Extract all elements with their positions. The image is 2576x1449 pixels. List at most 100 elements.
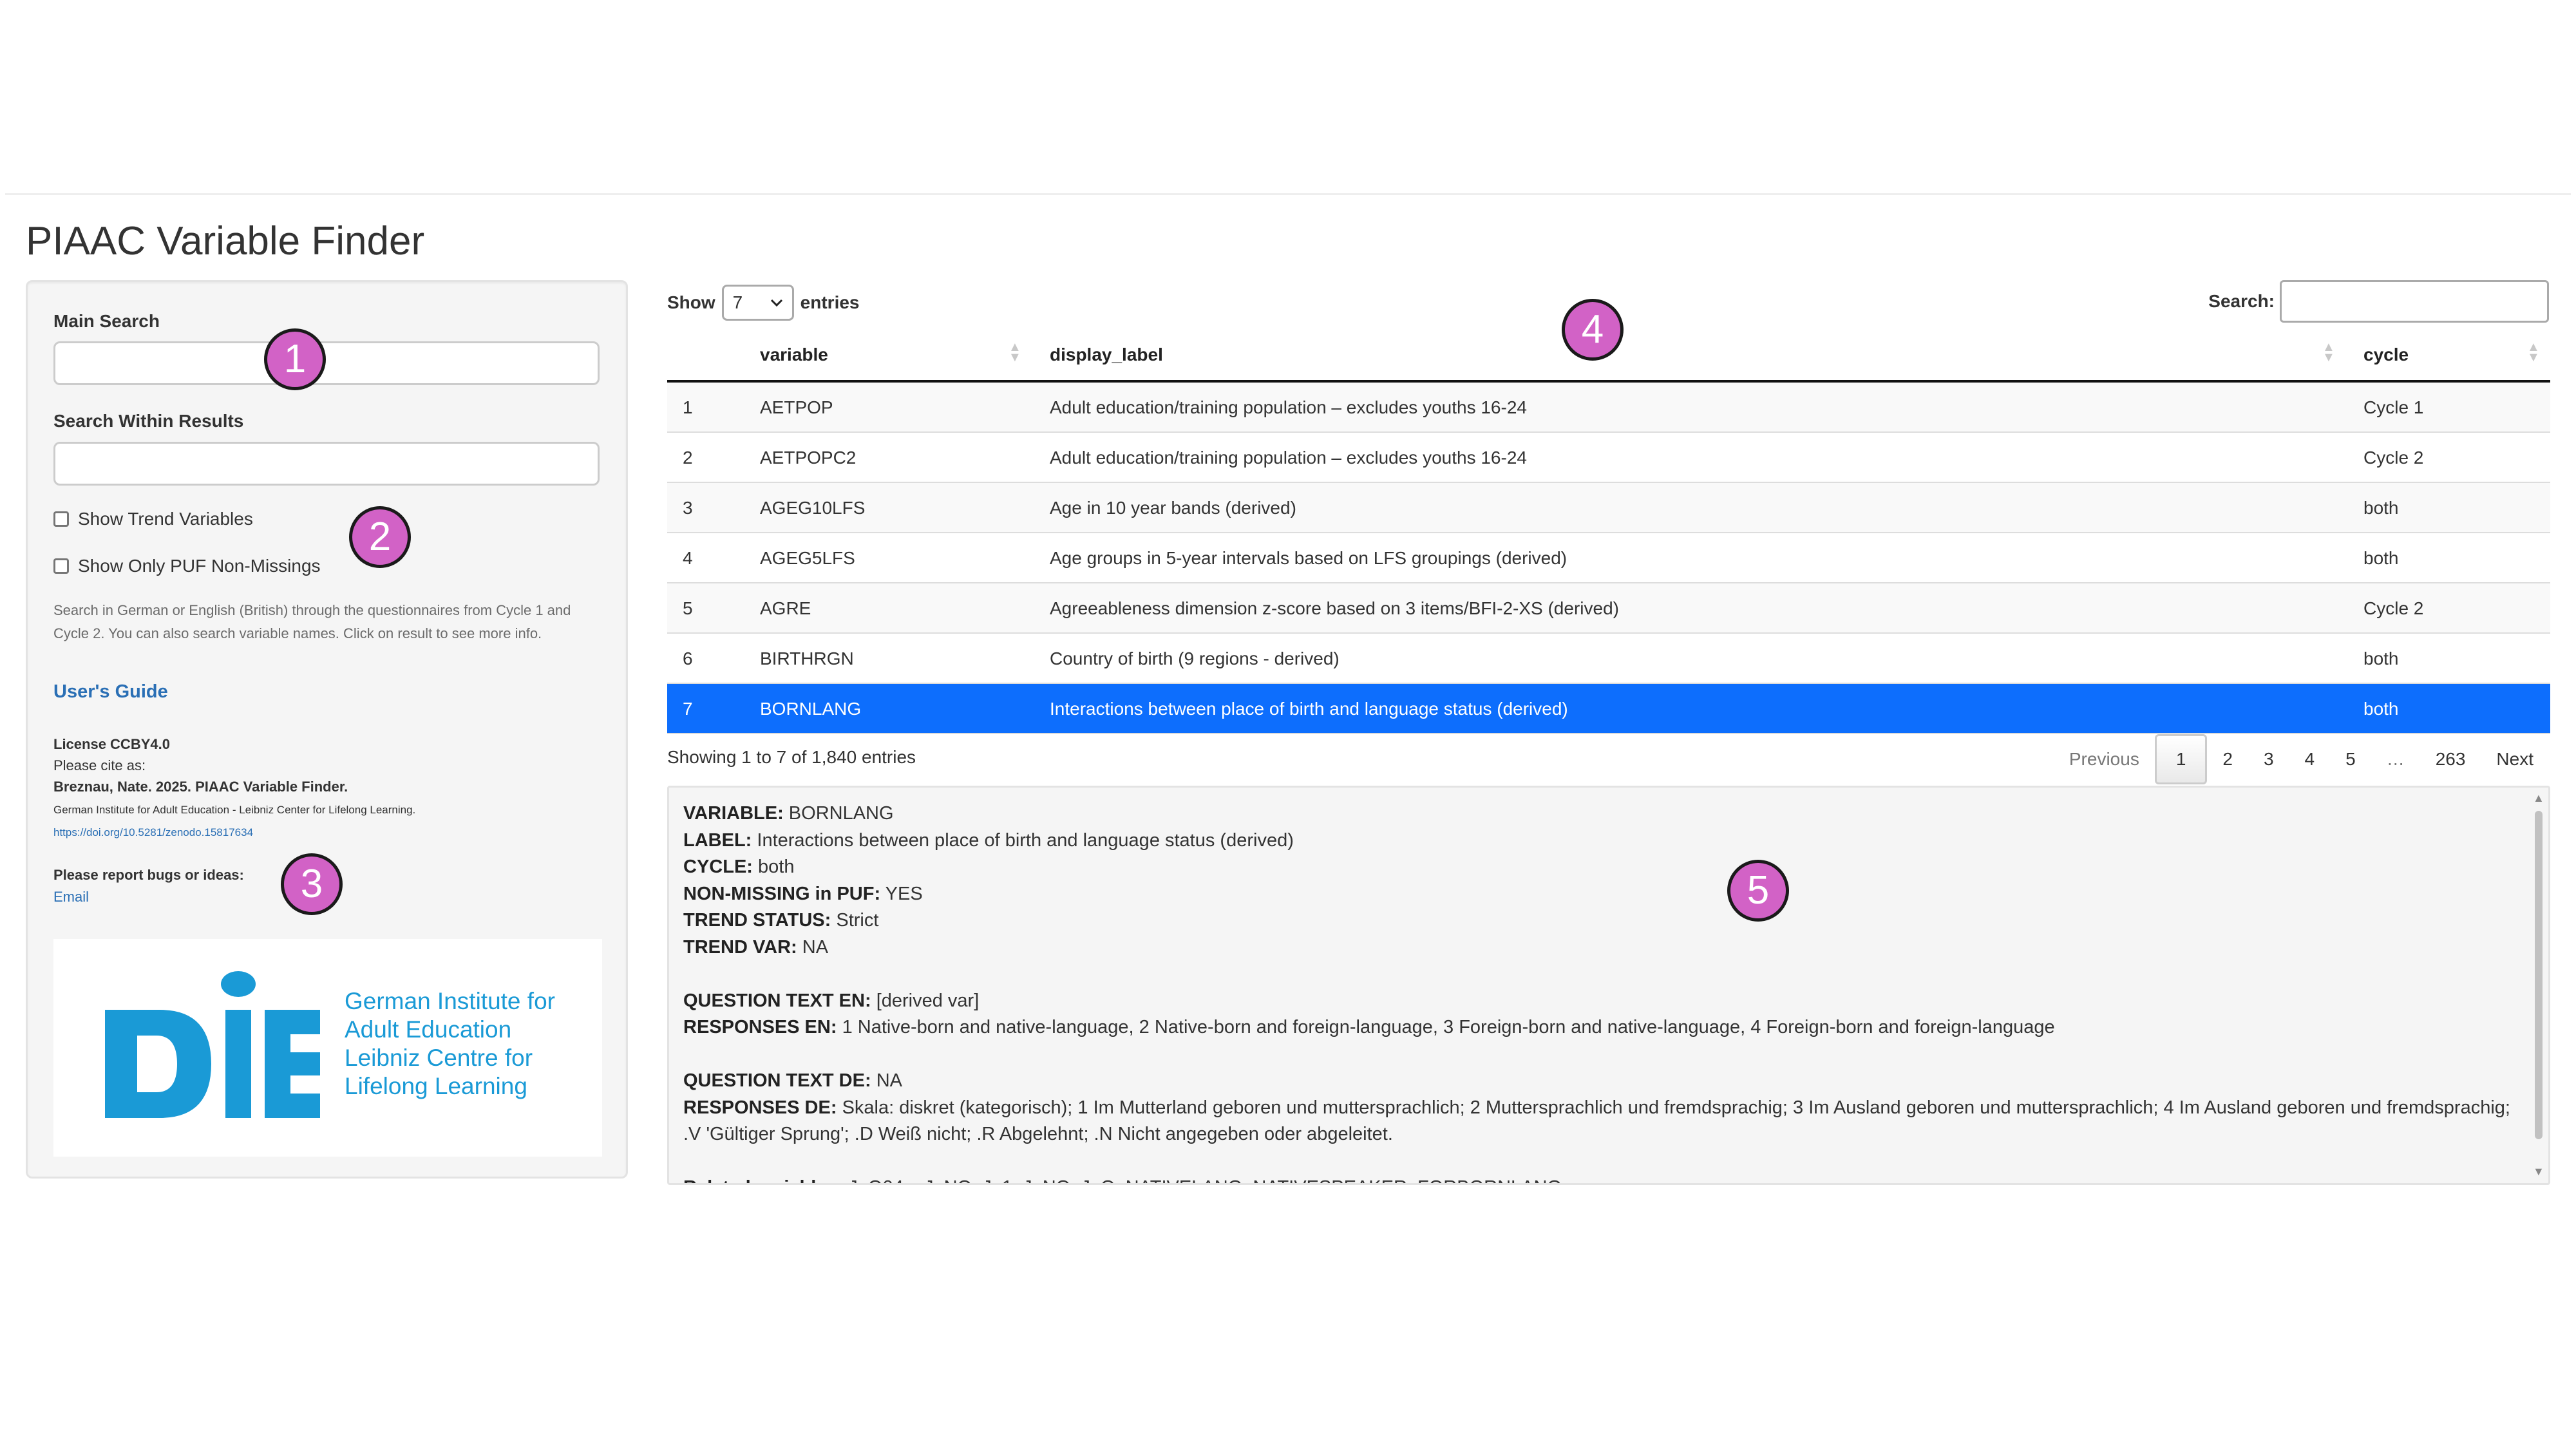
checkbox-icon[interactable] <box>53 511 69 527</box>
header-divider <box>5 193 2571 195</box>
detail-value: Skala: diskret (kategorisch); 1 Im Mutte… <box>683 1097 2510 1145</box>
cell-variable: BORNLANG <box>760 699 862 719</box>
cell-cycle: both <box>2363 548 2399 568</box>
checkbox-icon[interactable] <box>53 558 69 574</box>
detail-key: TREND VAR: <box>683 936 797 958</box>
main-search-input[interactable] <box>53 341 600 385</box>
sort-icon[interactable]: ▲ ▼ <box>2322 341 2335 364</box>
detail-key: TREND STATUS: <box>683 910 831 931</box>
detail-value: both <box>758 857 795 877</box>
cell-display-label: Adult education/training population – ex… <box>1050 448 1527 468</box>
cell-variable: AGEG5LFS <box>760 548 855 568</box>
page-length-value: 7 <box>732 292 743 312</box>
detail-key: VARIABLE: <box>683 803 784 824</box>
pagination-next[interactable]: Next <box>2481 736 2549 782</box>
table-row[interactable]: 6 BIRTHRGN Country of birth (9 regions -… <box>667 634 2550 684</box>
show-label: Show <box>667 292 715 312</box>
puf-nonmissing-checkbox[interactable]: Show Only PUF Non-Missings <box>53 556 321 576</box>
cell-display-label: Agreeableness dimension z-score based on… <box>1050 598 1619 618</box>
detail-key: Related variables: <box>683 1177 843 1183</box>
cell-display-label: Interactions between place of birth and … <box>1050 699 1568 719</box>
within-results-input[interactable] <box>53 442 600 486</box>
trend-variables-checkbox[interactable]: Show Trend Variables <box>53 509 253 529</box>
chevron-down-icon <box>770 299 782 307</box>
cell-display-label: Adult education/training population – ex… <box>1050 397 1527 417</box>
pagination-previous[interactable]: Previous <box>2054 736 2155 782</box>
scrollbar-thumb[interactable] <box>2535 811 2543 1139</box>
cell-variable: AGEG10LFS <box>760 498 866 518</box>
detail-key: RESPONSES DE: <box>683 1097 837 1118</box>
cell-variable: BIRTHRGN <box>760 649 854 668</box>
cell-display-label: Country of birth (9 regions - derived) <box>1050 649 1340 668</box>
users-guide-link[interactable]: User's Guide <box>53 681 168 703</box>
detail-value: [derived var] <box>876 990 980 1011</box>
table-row[interactable]: 4 AGEG5LFS Age groups in 5-year interval… <box>667 533 2550 583</box>
puf-nonmissing-label: Show Only PUF Non-Missings <box>78 556 321 576</box>
detail-value: Strict <box>836 910 879 931</box>
logo-line: Leibniz Centre for <box>345 1045 533 1071</box>
sort-icon[interactable]: ▲ ▼ <box>2527 341 2540 364</box>
within-results-label: Search Within Results <box>53 411 244 431</box>
page-length-select[interactable]: 7 <box>721 285 794 321</box>
cell-cycle: Cycle 2 <box>2363 448 2424 468</box>
pagination-page[interactable]: 5 <box>2330 736 2371 782</box>
variables-table: variable ▲ ▼ display_label ▲ ▼ cycle ▲ ▼ 1 … <box>667 332 2550 734</box>
die-logo-text: German Institute for Adult Education Lei… <box>345 987 555 1101</box>
table-row[interactable]: 2 AETPOPC2 Adult education/training popu… <box>667 433 2550 483</box>
detail-key: CYCLE: <box>683 857 753 877</box>
variable-detail-panel[interactable]: VARIABLE: BORNLANG LABEL: Interactions b… <box>667 786 2550 1185</box>
detail-value: NA <box>802 936 829 958</box>
row-number: 2 <box>683 448 693 468</box>
row-number: 3 <box>683 498 693 518</box>
column-header-display-label[interactable]: display_label <box>1050 345 1163 365</box>
pagination: Previous 1 2 3 4 5 … 263 Next <box>2054 734 2549 784</box>
cell-cycle: Cycle 2 <box>2363 598 2424 618</box>
entries-label: entries <box>800 292 860 312</box>
detail-key: QUESTION TEXT DE: <box>683 1070 871 1091</box>
pagination-page[interactable]: 3 <box>2248 736 2289 782</box>
table-info: Showing 1 to 7 of 1,840 entries <box>667 747 916 767</box>
row-number: 4 <box>683 548 693 568</box>
scroll-down-icon[interactable]: ▼ <box>2533 1165 2544 1179</box>
cell-cycle: both <box>2363 699 2399 719</box>
callout-badge-4: 4 <box>1562 299 1624 361</box>
trend-variables-label: Show Trend Variables <box>78 509 253 529</box>
pagination-page[interactable]: 263 <box>2420 736 2481 782</box>
detail-key: RESPONSES EN: <box>683 1017 837 1037</box>
die-logo: German Institute for Adult Education Lei… <box>53 939 602 1157</box>
table-search: Search: <box>2208 280 2549 323</box>
column-header-cycle[interactable]: cycle <box>2363 345 2409 365</box>
table-row[interactable]: 1 AETPOP Adult education/training popula… <box>667 383 2550 433</box>
detail-value: J_Q04a, J_NQ, J_1, J_NQ, J_Q, NATIVELANG… <box>848 1177 1562 1183</box>
table-row-selected[interactable]: 7 BORNLANG Interactions between place of… <box>667 684 2550 734</box>
page-title: PIAAC Variable Finder <box>26 219 425 263</box>
table-row[interactable]: 5 AGRE Agreeableness dimension z-score b… <box>667 583 2550 634</box>
cell-cycle: both <box>2363 649 2399 668</box>
detail-key: NON-MISSING in PUF: <box>683 883 881 904</box>
cell-display-label: Age in 10 year bands (derived) <box>1050 498 1296 518</box>
callout-badge-1: 1 <box>264 328 326 390</box>
logo-line: German Institute for <box>345 988 555 1014</box>
column-header-variable[interactable]: variable <box>760 345 828 365</box>
cell-variable: AETPOP <box>760 397 833 417</box>
cell-display-label: Age groups in 5-year intervals based on … <box>1050 548 1567 568</box>
search-label: Search: <box>2208 291 2275 311</box>
doi-link[interactable]: https://doi.org/10.5281/zenodo.15817634 <box>53 826 253 839</box>
detail-value: YES <box>885 883 923 904</box>
cell-cycle: both <box>2363 498 2399 518</box>
detail-key: QUESTION TEXT EN: <box>683 990 871 1011</box>
pagination-page[interactable]: 2 <box>2207 736 2248 782</box>
row-number: 5 <box>683 598 693 618</box>
row-number: 7 <box>683 699 693 719</box>
logo-line: Adult Education <box>345 1016 512 1043</box>
email-link[interactable]: Email <box>53 889 89 905</box>
detail-scrollbar[interactable]: ▲ ▼ <box>2532 791 2546 1178</box>
sort-icon[interactable]: ▲ ▼ <box>1009 341 1021 364</box>
pagination-page[interactable]: 4 <box>2289 736 2331 782</box>
please-cite-text: Please cite as: <box>53 757 146 773</box>
table-search-input[interactable] <box>2280 280 2549 323</box>
detail-value: Interactions between place of birth and … <box>757 829 1294 851</box>
scroll-up-icon[interactable]: ▲ <box>2533 791 2544 805</box>
pagination-page-current[interactable]: 1 <box>2154 734 2208 784</box>
table-row[interactable]: 3 AGEG10LFS Age in 10 year bands (derive… <box>667 483 2550 533</box>
